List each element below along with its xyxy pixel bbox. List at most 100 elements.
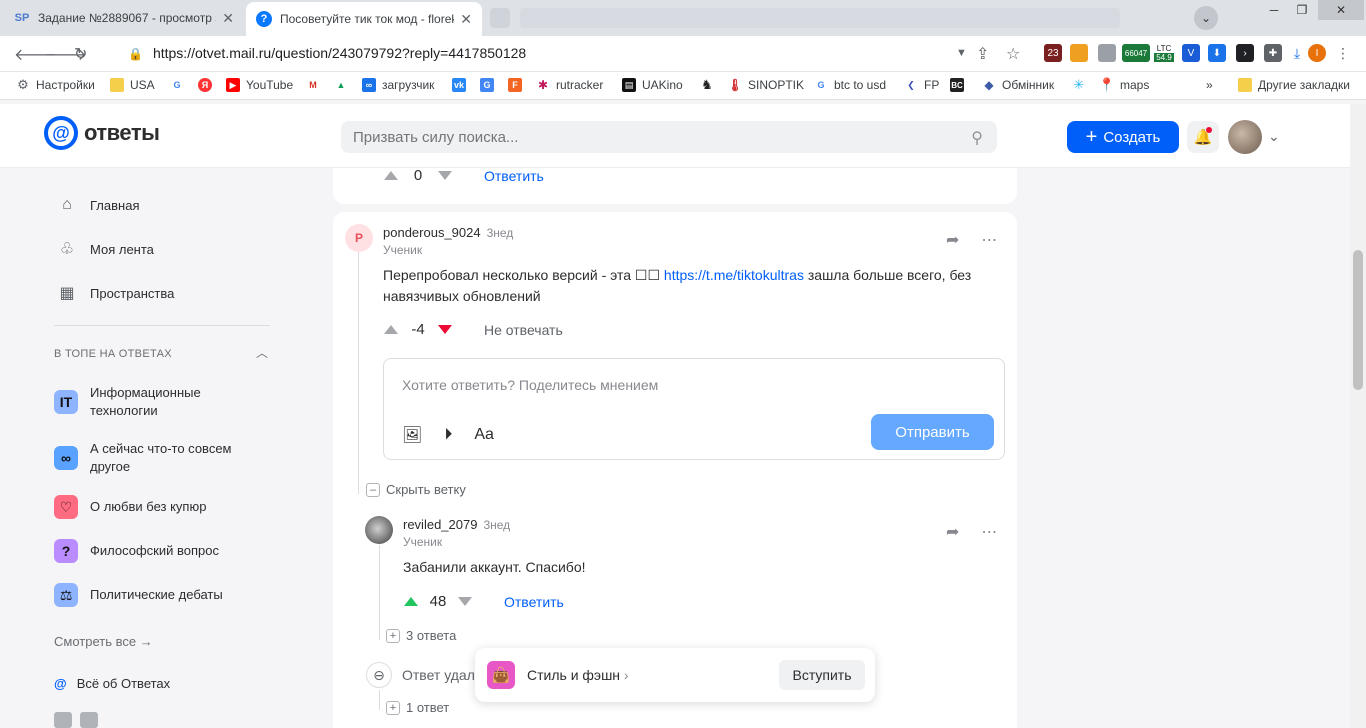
join-button[interactable]: Вступить — [779, 660, 865, 690]
bookmark-bc[interactable]: BC — [950, 78, 970, 92]
reply-input[interactable]: Хотите ответить? Поделитесь мнением — [402, 377, 658, 393]
chevron-down-icon[interactable]: ⌄ — [1268, 128, 1280, 145]
search-input[interactable] — [341, 121, 941, 153]
bookmark-uakino[interactable]: ▤ UAKino — [622, 78, 683, 92]
bookmark-drive[interactable]: ▲ — [334, 78, 354, 92]
reply-box[interactable]: Хотите ответить? Поделитесь мнением 🖼 ⏵ … — [383, 358, 1005, 460]
bookmark-gmail[interactable]: M — [306, 78, 326, 92]
bookmark-maps[interactable]: 📍 maps — [1099, 77, 1149, 92]
topic-politics[interactable]: ⚖ Политические дебаты — [54, 583, 274, 607]
sidebar-item-home[interactable]: ⌂ Главная — [56, 194, 139, 216]
new-tab-button[interactable] — [490, 8, 510, 28]
downloads-icon[interactable]: ⤓ — [1288, 44, 1306, 62]
upvote-icon[interactable] — [404, 597, 418, 606]
bookmark-youtube[interactable]: ▶ YouTube — [226, 78, 293, 92]
notifications-button[interactable]: 🔔 — [1187, 121, 1219, 153]
bookmark-usa[interactable]: USA — [110, 78, 155, 92]
sidebar-item-feed[interactable]: ♧ Моя лента — [56, 238, 154, 260]
extension-briefcase-icon[interactable] — [1098, 44, 1116, 62]
topic-it[interactable]: IT Информационные технологии — [54, 384, 254, 420]
tab-close-icon[interactable]: ✕ — [460, 11, 472, 28]
reload-icon[interactable]: ↻ — [74, 44, 87, 64]
show-replies-toggle[interactable]: + 3 ответа — [386, 628, 456, 643]
bookmark-sinoptik[interactable]: 🌡 SINOPTIK — [727, 78, 804, 92]
page-scrollbar[interactable] — [1350, 104, 1366, 728]
create-button[interactable]: + Создать — [1067, 121, 1179, 153]
no-reply-link[interactable]: Не отвечать — [484, 322, 563, 338]
comment-link[interactable]: https://t.me/tiktokultras — [664, 267, 804, 283]
bookmark-translate[interactable]: G — [480, 78, 500, 92]
browser-tab[interactable]: SP Задание №2889067 - просмотр з... ✕ — [4, 4, 244, 32]
extension-shield-icon[interactable] — [1070, 44, 1088, 62]
url-dropdown-icon[interactable]: ▼ — [956, 47, 967, 59]
topic-other[interactable]: ∞ А сейчас что-то совсем другое — [54, 440, 254, 476]
user-avatar[interactable] — [1228, 120, 1262, 154]
hide-branch-toggle[interactable]: – Скрыть ветку — [366, 482, 466, 497]
extension-ltc-icon[interactable]: LTC 54.9 — [1152, 44, 1176, 62]
avatar[interactable]: P — [345, 224, 373, 252]
extension-terminal-icon[interactable]: › — [1236, 44, 1254, 62]
see-all-link[interactable]: Смотреть все → — [54, 634, 153, 649]
bookmark-google[interactable]: G — [170, 78, 190, 92]
scrollbar-thumb[interactable] — [1353, 250, 1363, 390]
bookmark-settings[interactable]: ⚙ Настройки — [16, 77, 95, 92]
bookmarks-more[interactable]: » — [1206, 78, 1213, 92]
bookmark-vk[interactable]: vk — [452, 78, 472, 92]
vk-icon[interactable] — [54, 712, 72, 728]
downvote-icon[interactable] — [438, 325, 452, 334]
format-text-icon[interactable]: Aa — [474, 426, 494, 444]
send-button[interactable]: Отправить — [871, 414, 994, 450]
tab-search-icon[interactable]: ⌄ — [1194, 6, 1218, 30]
bookmark-snowflake[interactable]: ✳ — [1072, 77, 1092, 92]
show-replies-toggle[interactable]: + 1 ответ — [386, 700, 449, 715]
extension-counter-icon[interactable]: 23 — [1044, 44, 1062, 62]
reply-link[interactable]: Ответить — [484, 168, 544, 184]
downvote-icon[interactable] — [458, 597, 472, 606]
topic-philosophy[interactable]: ? Философский вопрос — [54, 539, 274, 563]
reply-link[interactable]: Ответить — [504, 594, 564, 610]
menu-icon[interactable]: ⋮ — [1334, 44, 1352, 62]
avatar[interactable] — [365, 516, 393, 544]
topic-love[interactable]: ♡ О любви без купюр — [54, 495, 274, 519]
bookmark-loader[interactable]: ∞ загрузчик — [362, 78, 434, 92]
bookmark-exchange[interactable]: ◆ Обмінник — [982, 78, 1054, 92]
browser-tab-active[interactable]: ? Посоветуйте тик ток мод - florek_ ✕ — [246, 2, 482, 36]
video-icon[interactable]: ⏵ — [444, 426, 452, 444]
space-link[interactable]: Стиль и фэшн › — [527, 667, 629, 683]
username[interactable]: reviled_2079 — [403, 517, 477, 532]
upvote-icon[interactable] — [384, 171, 398, 180]
bookmark-f[interactable]: F — [508, 78, 528, 92]
bookmark-yandex[interactable]: Я — [198, 78, 218, 92]
image-icon[interactable]: 🖼 — [402, 425, 422, 445]
share-icon[interactable]: ➦ — [946, 522, 959, 542]
extension-btc-icon[interactable]: 66047 — [1122, 44, 1150, 62]
address-bar[interactable]: 🔒 https://otvet.mail.ru/question/24307979… — [128, 45, 526, 61]
more-icon[interactable]: ⋯ — [981, 230, 997, 250]
tab-close-icon[interactable]: ✕ — [222, 10, 234, 27]
profile-icon[interactable]: I — [1308, 44, 1326, 62]
username[interactable]: ponderous_9024 — [383, 225, 481, 240]
about-link[interactable]: @ Всё об Ответах — [54, 676, 170, 691]
telegram-icon[interactable] — [80, 712, 98, 728]
sidebar-item-spaces[interactable]: ▦ Пространства — [56, 282, 174, 304]
bookmark-fp[interactable]: ❮ FP — [904, 78, 939, 92]
bookmark-btc[interactable]: Gbtc to usd — [814, 78, 886, 92]
extensions-puzzle-icon[interactable]: ✚ — [1264, 44, 1282, 62]
minimize-icon[interactable]: ─ — [1260, 0, 1288, 20]
site-logo[interactable]: @ ответы — [44, 116, 160, 150]
extension-v-icon[interactable]: V — [1182, 44, 1200, 62]
chevron-up-icon[interactable]: ︿ — [256, 344, 268, 361]
bookmark-other[interactable]: Другие закладки — [1238, 78, 1350, 92]
star-icon[interactable]: ☆ — [1006, 44, 1020, 64]
downvote-icon[interactable] — [438, 171, 452, 180]
share-icon[interactable]: ⇪ — [976, 44, 989, 64]
upvote-icon[interactable] — [384, 325, 398, 334]
share-icon[interactable]: ➦ — [946, 230, 959, 250]
bookmark-rutracker[interactable]: ✱ rutracker — [536, 78, 603, 92]
bookmark-chess[interactable]: ♞ — [700, 77, 720, 92]
more-icon[interactable]: ⋯ — [981, 522, 997, 542]
search-icon[interactable]: ⚲ — [971, 128, 983, 148]
close-window-icon[interactable]: ✕ — [1318, 0, 1364, 20]
extension-download-icon[interactable]: ⬇ — [1208, 44, 1226, 62]
restore-icon[interactable]: ❐ — [1288, 0, 1316, 20]
